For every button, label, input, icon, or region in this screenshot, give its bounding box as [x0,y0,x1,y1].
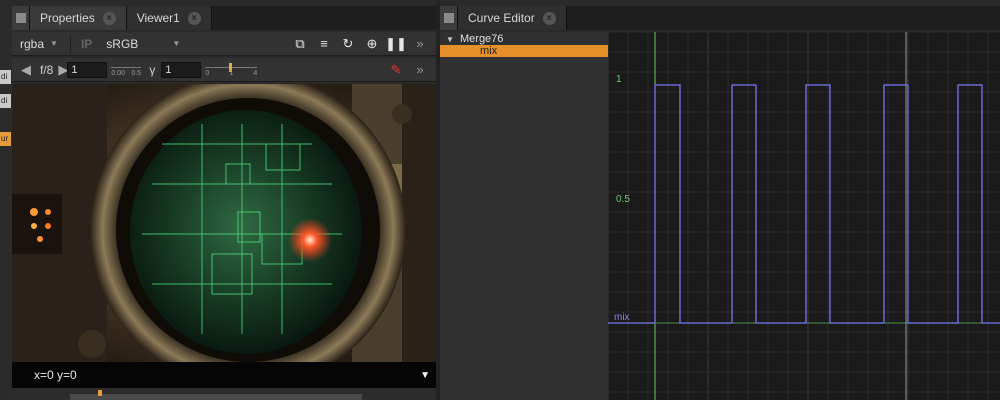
node-strip: di di ur [0,32,12,400]
mix-curve[interactable] [608,84,1000,324]
node-chip[interactable]: di [0,94,11,108]
viewer-info-bar: x=0 y=0 ▼ [12,362,436,388]
viewer-toolbar-exposure: ◀ f/8 ▶ 1 0.00 0.5 γ 1 0 1 4 ✎ » [12,58,436,82]
next-stop-icon[interactable]: ▶ [58,62,68,77]
close-icon[interactable]: × [542,11,556,25]
tree-node-label: Merge76 [460,33,504,45]
tab-viewer1-label: Viewer1 [136,11,180,25]
tab-viewer1[interactable]: Viewer1 × [126,6,212,30]
curve-editor-tabbar: Curve Editor × [440,6,1000,30]
tab-properties[interactable]: Properties × [30,6,127,30]
caret-down-icon[interactable]: ▼ [446,35,456,44]
viewer-tool-icons: ⧉ ≡ ↻ ⊕ ❚❚ » [292,36,436,52]
playhead-marker[interactable] [98,390,102,396]
pause-icon[interactable]: ❚❚ [385,36,407,51]
chevron-down-icon[interactable]: ▼ [420,370,430,381]
chevron-down-icon: ▼ [50,39,58,48]
tab-properties-label: Properties [40,11,95,25]
tab-curve-editor[interactable]: Curve Editor × [458,6,567,30]
fstop-label[interactable]: f/8 [40,63,53,77]
viewer-toolbar-top: rgba ▼ IP sRGB ▼ ⧉ ≡ ↻ ⊕ ❚❚ » [12,32,436,56]
curve-graph[interactable]: 1 0.5 mix [608,32,1000,400]
tree-node-row[interactable]: ▼ Merge76 [440,33,608,45]
gamma-slider[interactable]: 0 1 4 [205,62,258,78]
radar-scope-image [12,84,436,362]
gain-tick: 0.5 [131,69,142,77]
viewer-timeline[interactable] [12,388,436,400]
gain-tick: 0.00 [111,69,125,77]
chevron-down-icon: ▼ [172,39,181,48]
node-chip[interactable]: ur [0,132,11,146]
gamma-tick: 1 [229,69,234,77]
lines-icon[interactable]: ≡ [316,36,332,51]
node-chip[interactable]: di [0,70,11,84]
ip-toggle[interactable]: IP [75,37,98,51]
gamma-label: γ [149,62,156,77]
viewer-image[interactable] [12,84,436,362]
panel-grip-icon[interactable] [12,6,30,30]
panel-grip-icon[interactable] [440,6,458,30]
viewer-tabbar: Properties × Viewer1 × [12,6,436,30]
gain-field[interactable]: 1 [67,61,108,78]
overlay-icon[interactable]: ⧉ [292,36,308,51]
roi-icon[interactable]: ⊕ [364,36,380,51]
expand-icon[interactable]: » [412,36,428,51]
colorspace-dropdown[interactable]: sRGB ▼ [98,35,188,53]
viewer-tool-icons-2: ✎ » [388,62,436,78]
y-tick-label: 1 [616,74,622,85]
gain-slider[interactable]: 0.00 0.5 [111,62,142,78]
divider [69,35,71,52]
tab-curve-editor-label: Curve Editor [468,11,535,25]
gamma-field[interactable]: 1 [161,61,202,78]
channels-value: rgba [20,36,45,51]
curve-tree: ▼ Merge76 mix [440,32,608,400]
gamma-tick: 0 [205,69,210,77]
curve-name-label: mix [614,312,630,323]
colorspace-value: sRGB [106,36,139,51]
tree-knob-label: mix [480,45,498,57]
tree-knob-row[interactable]: mix [440,45,608,57]
refresh-icon[interactable]: ↻ [340,36,356,51]
curve-plot[interactable]: 1 0.5 mix [608,32,1000,400]
gamma-tick: 4 [253,69,258,77]
y-tick-label: 0.5 [616,194,630,205]
close-icon[interactable]: × [102,11,116,25]
channels-dropdown[interactable]: rgba ▼ [12,35,66,53]
close-icon[interactable]: × [187,11,201,25]
color-picker-icon[interactable]: ✎ [388,62,404,77]
coords-readout: x=0 y=0 [34,368,77,382]
expand-icon[interactable]: » [412,62,428,77]
prev-stop-icon[interactable]: ◀ [18,62,34,77]
